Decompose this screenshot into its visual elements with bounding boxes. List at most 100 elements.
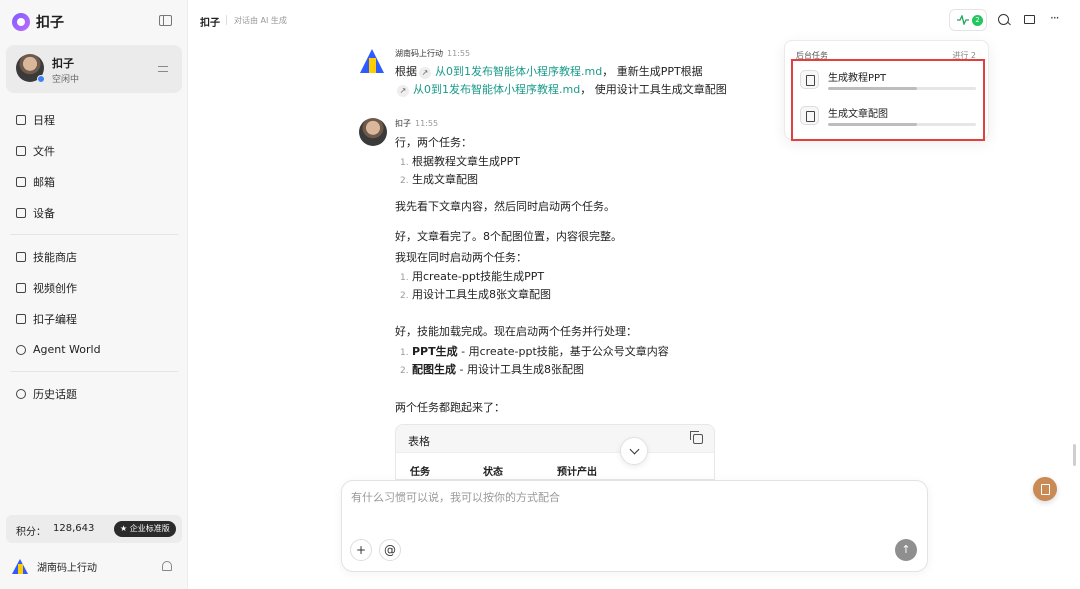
sidebar-item-coding[interactable]: 扣子编程 <box>6 303 182 334</box>
send-button[interactable]: ↑ <box>895 539 917 561</box>
list-item: 2. 生成文章配图 <box>400 173 478 186</box>
search-icon[interactable] <box>998 14 1009 25</box>
list-item: 1. PPT生成 - 用create-ppt技能，基于公众号文章内容 <box>400 345 669 358</box>
doc-link[interactable]: 从0到1发布智能体小程序教程.md <box>413 83 580 96</box>
table-card: 表格 任务 状态 预计产出 <box>395 424 715 480</box>
list-item: 1. 根据教程文章生成PPT <box>400 155 520 168</box>
org-switcher[interactable]: 湖南码上行动 <box>12 559 97 574</box>
message-input[interactable] <box>351 491 911 504</box>
folder-icon[interactable] <box>1024 15 1035 24</box>
library-icon <box>16 251 26 262</box>
message-text: ， 重新生成PPT根据 <box>602 65 703 78</box>
list-item: 1. 用create-ppt技能生成PPT <box>400 270 545 283</box>
message-text: 行，两个任务： <box>395 136 472 149</box>
status-dot-icon <box>37 75 45 83</box>
message-text: 我先看下文章内容，然后同时启动两个任务。 <box>395 200 615 213</box>
mail-icon <box>16 176 26 187</box>
table-column-header: 任务 <box>410 467 430 478</box>
calendar-icon <box>16 114 26 125</box>
bell-icon[interactable] <box>162 561 172 571</box>
org-name: 湖南码上行动 <box>37 563 97 574</box>
sidebar-item-label: 日程 <box>33 113 55 127</box>
message-text: ， 使用设计工具生成文章配图 <box>580 83 727 96</box>
history-icon <box>16 388 26 399</box>
folder-icon <box>16 145 26 156</box>
sidebar-item-label: Agent World <box>33 343 101 356</box>
sidebar-item-history[interactable]: 历史话题 <box>6 378 182 409</box>
org-avatar <box>360 49 385 74</box>
background-tasks-button[interactable]: 2 <box>949 9 987 31</box>
profile-status: 空闲中 <box>52 75 80 85</box>
sidebar-item-label: 技能商店 <box>33 250 77 264</box>
message-sender: 湖南码上行动 <box>395 49 443 58</box>
video-icon <box>16 282 26 293</box>
sidebar-item-files[interactable]: 文件 <box>6 135 182 166</box>
nav-group-primary: 日程 文件 邮箱 设备 技能商店 视频创作 扣子编程 Agent World 历… <box>6 104 182 409</box>
message-time: 11:55 <box>415 119 439 128</box>
sidebar-item-skill-store[interactable]: 技能商店 <box>6 241 182 272</box>
sidebar-item-label: 视频创作 <box>33 281 77 295</box>
sidebar-item-video[interactable]: 视频创作 <box>6 272 182 303</box>
sidebar-item-label: 历史话题 <box>33 387 77 401</box>
table-header: 表格 <box>396 425 714 453</box>
mention-button[interactable]: @ <box>379 539 401 561</box>
task-count-badge: 2 <box>972 15 983 26</box>
message-time: 11:55 <box>447 49 471 58</box>
sidebar-item-mail[interactable]: 邮箱 <box>6 166 182 197</box>
table-title: 表格 <box>408 435 430 448</box>
message-text: 好，技能加载完成。现在启动两个任务并行处理： <box>395 325 637 338</box>
header-divider <box>226 15 227 25</box>
copy-icon[interactable] <box>690 431 703 444</box>
nav-divider <box>10 234 178 235</box>
profile-card[interactable]: 扣子 空闲中 <box>6 45 182 93</box>
message-text: 我现在同时启动两个任务： <box>395 251 527 264</box>
sidebar-item-devices[interactable]: 设备 <box>6 197 182 228</box>
link-icon: ↗ <box>419 67 431 79</box>
list-item: 2. 用设计工具生成8张文章配图 <box>400 288 551 301</box>
notes-icon[interactable] <box>1033 477 1057 501</box>
scroll-to-bottom-button[interactable] <box>620 437 648 465</box>
edition-badge[interactable]: ★ 企业标准版 <box>114 521 176 537</box>
sidebar-collapse-icon[interactable] <box>159 15 172 26</box>
message-text: 两个任务都跑起来了： <box>395 401 505 414</box>
nav-divider <box>10 371 178 372</box>
ai-disclaimer: 对话由 AI 生成 <box>234 16 287 25</box>
message-line: ↗ 从0到1发布智能体小程序教程.md， 使用设计工具生成文章配图 <box>395 81 727 97</box>
sidebar-item-label: 扣子编程 <box>33 312 77 326</box>
page-title: 扣子 <box>200 18 220 29</box>
message-text: 好，文章看完了。8个配图位置，内容很完整。 <box>395 230 622 243</box>
assistant-avatar <box>359 118 387 146</box>
points-label: 积分： <box>16 527 46 538</box>
list-item: 2. 配图生成 - 用设计工具生成8张配图 <box>400 363 584 376</box>
doc-link[interactable]: 从0到1发布智能体小程序教程.md <box>435 65 602 78</box>
brand-logo-icon <box>12 13 30 31</box>
sidebar-item-calendar[interactable]: 日程 <box>6 104 182 135</box>
message-meta: 湖南码上行动 11:55 <box>395 48 470 59</box>
code-icon <box>16 313 26 324</box>
points-card: 积分： 128,643 ★ 企业标准版 <box>6 515 182 543</box>
link-icon: ↗ <box>397 85 409 97</box>
profile-name: 扣子 <box>52 57 74 70</box>
sidebar-item-agent-world[interactable]: Agent World <box>6 334 182 365</box>
sidebar-item-label: 邮箱 <box>33 175 55 189</box>
highlight-box <box>791 59 985 141</box>
composer: + @ ↑ <box>341 480 928 572</box>
table-column-header: 状态 <box>483 467 503 478</box>
add-button[interactable]: + <box>350 539 372 561</box>
agent-icon <box>16 344 26 355</box>
brand-name: 扣子 <box>36 15 64 31</box>
more-icon[interactable]: ··· <box>1050 11 1060 25</box>
table-column-header: 预计产出 <box>557 467 597 478</box>
sidebar: 扣子 扣子 空闲中 日程 文件 邮箱 设备 技能商店 视频创作 扣子编程 Age… <box>0 0 188 589</box>
brand[interactable]: 扣子 <box>12 12 64 32</box>
scrollbar[interactable] <box>1073 444 1076 466</box>
device-icon <box>16 207 26 218</box>
message-text: 根据 <box>395 65 417 78</box>
activity-icon <box>957 15 969 25</box>
sidebar-item-label: 设备 <box>33 206 55 220</box>
points-value: 128,643 <box>53 523 95 534</box>
org-logo-icon <box>12 559 29 574</box>
settings-sliders-icon[interactable] <box>158 64 168 74</box>
message-sender: 扣子 <box>395 119 411 128</box>
message-line: 根据 ↗ 从0到1发布智能体小程序教程.md， 重新生成PPT根据 <box>395 63 703 79</box>
